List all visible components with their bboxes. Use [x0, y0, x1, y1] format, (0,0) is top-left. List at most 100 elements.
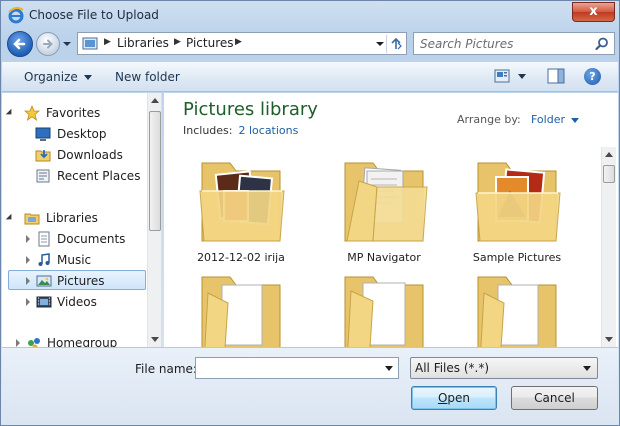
search-input[interactable]	[420, 36, 590, 52]
folder-icon	[201, 276, 281, 347]
nav-music[interactable]: Music	[2, 250, 147, 270]
nav-documents[interactable]: Documents	[2, 229, 147, 249]
search-icon[interactable]	[594, 36, 610, 52]
refresh-icon	[391, 37, 402, 50]
collapsed-arrow-icon[interactable]	[26, 277, 30, 285]
open-accelerator: O	[437, 391, 448, 405]
nav-libraries-label: Libraries	[46, 211, 98, 225]
breadcrumb-separator[interactable]: ▶	[174, 37, 181, 47]
nav-pictures[interactable]: Pictures	[8, 270, 146, 290]
nav-videos-label: Videos	[57, 295, 97, 309]
breadcrumb-separator[interactable]: ▶	[235, 37, 242, 47]
collapsed-arrow-icon[interactable]	[26, 235, 30, 243]
back-button[interactable]	[7, 31, 33, 57]
nav-videos[interactable]: Videos	[2, 292, 147, 312]
cancel-button[interactable]: Cancel	[511, 386, 598, 410]
folder-item[interactable]	[176, 273, 306, 347]
change-view-button[interactable]	[494, 69, 510, 83]
collapsed-arrow-icon[interactable]	[26, 256, 30, 264]
back-arrow-icon	[13, 38, 26, 50]
folder-item[interactable]	[452, 273, 582, 347]
folder-item[interactable]: MP Navigator	[319, 151, 449, 271]
photo-folder-icon	[199, 162, 285, 242]
organize-menu-button[interactable]: Organize	[24, 70, 92, 84]
homegroup-icon	[26, 335, 42, 347]
nav-favorites-label: Favorites	[46, 106, 101, 120]
recent-pages-button[interactable]	[61, 37, 73, 51]
address-bar[interactable]: ▶ Libraries ▶ Pictures ▶	[77, 32, 407, 55]
new-folder-button[interactable]: New folder	[115, 70, 180, 84]
sample-pictures-folder-icon	[475, 162, 561, 242]
close-button[interactable]: x	[572, 2, 615, 22]
expanded-arrow-icon[interactable]	[5, 213, 15, 223]
pictures-icon	[36, 273, 52, 289]
nav-homegroup[interactable]: Homegroup	[2, 333, 147, 347]
folder-label: Sample Pictures	[472, 251, 562, 264]
open-label: pen	[447, 391, 471, 405]
locations-link[interactable]: 2 locations	[238, 124, 298, 137]
breadcrumb-libraries[interactable]: Libraries	[117, 36, 169, 50]
breadcrumb-separator[interactable]: ▶	[104, 37, 111, 47]
documents-icon	[36, 231, 52, 247]
videos-icon	[36, 294, 52, 310]
chevron-down-icon	[63, 42, 71, 46]
folder-icon	[344, 276, 424, 347]
nav-recent-places-label: Recent Places	[57, 169, 141, 183]
arrange-by-value: Folder	[531, 113, 565, 126]
breadcrumb-pictures[interactable]: Pictures	[186, 36, 234, 50]
nav-recent-places[interactable]: Recent Places	[2, 166, 147, 186]
nav-downloads-label: Downloads	[57, 148, 123, 162]
address-dropdown-button[interactable]	[374, 37, 386, 51]
chevron-down-icon	[83, 75, 92, 80]
view-options-dropdown[interactable]	[518, 74, 526, 79]
chevron-down-icon	[583, 366, 591, 371]
file-name-combobox[interactable]	[195, 357, 399, 379]
scroll-thumb[interactable]	[603, 165, 615, 183]
search-box[interactable]	[413, 32, 615, 55]
folder-label: MP Navigator	[347, 251, 421, 264]
scroll-up-arrow-icon[interactable]	[151, 98, 159, 103]
forward-button[interactable]	[36, 32, 60, 56]
scroll-down-arrow-icon[interactable]	[605, 337, 613, 342]
music-icon	[36, 252, 52, 268]
scroll-down-arrow-icon[interactable]	[151, 337, 159, 342]
arrange-by-label: Arrange by:	[457, 113, 521, 126]
file-type-select[interactable]: All Files (*.*)	[410, 357, 598, 379]
preview-pane-button[interactable]	[547, 68, 565, 84]
chevron-down-icon	[376, 42, 384, 46]
nav-downloads[interactable]: Downloads	[2, 145, 147, 165]
navigation-pane-scrollbar[interactable]	[147, 93, 161, 347]
chevron-down-icon[interactable]	[385, 366, 393, 371]
scroll-up-arrow-icon[interactable]	[605, 152, 613, 157]
scroll-thumb[interactable]	[149, 111, 161, 231]
nav-libraries[interactable]: Libraries	[2, 208, 147, 228]
open-button[interactable]: Open	[411, 386, 497, 410]
expanded-arrow-icon[interactable]	[5, 108, 15, 118]
file-list-pane[interactable]: Pictures library Includes: 2 locations Ar…	[164, 93, 618, 347]
forward-arrow-icon	[43, 39, 53, 49]
library-includes: Includes: 2 locations	[183, 124, 298, 137]
navigation-pane[interactable]: Favorites Desktop Downloads Recent Place…	[2, 93, 162, 347]
file-list-scrollbar[interactable]	[601, 147, 616, 347]
title-bar[interactable]: Choose File to Upload x	[1, 1, 619, 29]
desktop-icon	[35, 126, 51, 142]
arrange-by-dropdown[interactable]: Folder	[531, 113, 579, 126]
folder-item[interactable]	[319, 273, 449, 347]
collapsed-arrow-icon[interactable]	[26, 298, 30, 306]
files-grid: 2012-12-02 irija MP Navigator Sample Pic…	[164, 147, 602, 347]
document-folder-icon	[344, 162, 428, 242]
file-name-input[interactable]	[199, 360, 379, 376]
recent-places-icon	[35, 168, 51, 184]
nav-documents-label: Documents	[57, 232, 126, 246]
downloads-icon	[35, 147, 51, 163]
refresh-button[interactable]	[386, 35, 404, 53]
navigation-bar: ▶ Libraries ▶ Pictures ▶	[1, 29, 619, 59]
collapsed-arrow-icon[interactable]	[16, 339, 20, 347]
preview-pane-icon	[547, 68, 565, 84]
nav-desktop-label: Desktop	[57, 127, 107, 141]
help-button[interactable]: ?	[584, 68, 601, 85]
nav-favorites[interactable]: Favorites	[2, 103, 147, 123]
folder-item[interactable]: 2012-12-02 irija	[176, 151, 306, 271]
nav-desktop[interactable]: Desktop	[2, 124, 147, 144]
folder-item[interactable]: Sample Pictures	[452, 151, 582, 271]
